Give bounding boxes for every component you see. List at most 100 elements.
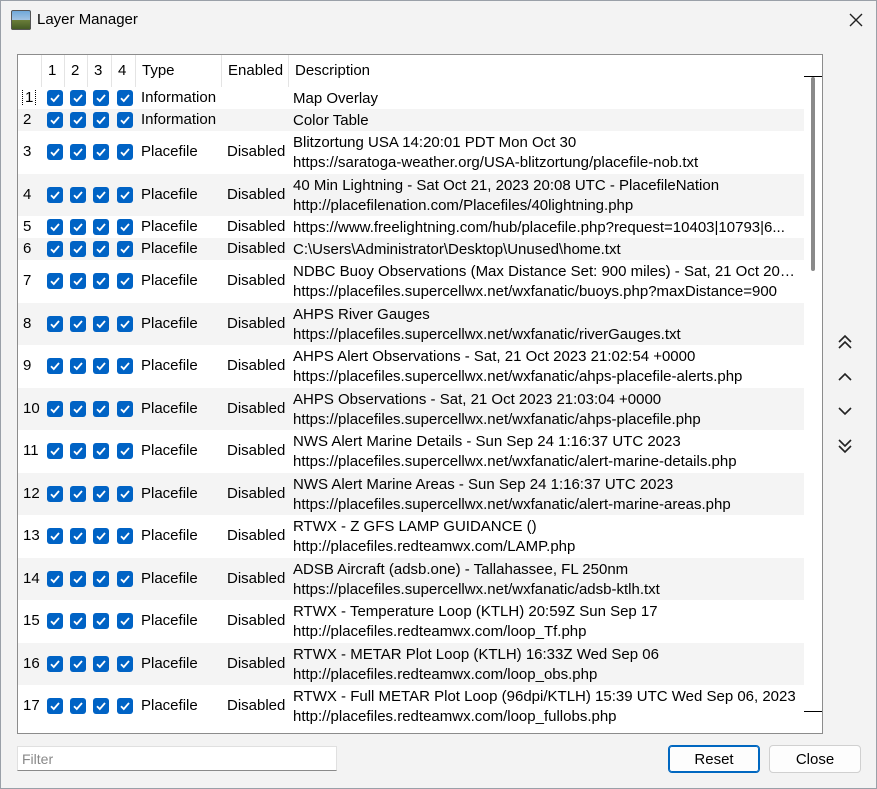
layer-checkbox-4[interactable]	[117, 485, 133, 502]
layer-checkbox-1[interactable]	[47, 186, 63, 203]
layer-checkbox-3[interactable]	[93, 273, 109, 290]
header-col-3[interactable]: 3	[88, 55, 112, 87]
layer-checkbox-1[interactable]	[47, 570, 63, 587]
layer-checkbox-3[interactable]	[93, 400, 109, 417]
layer-checkbox-2[interactable]	[70, 241, 86, 257]
move-up-button[interactable]	[833, 365, 857, 389]
layer-checkbox-2[interactable]	[70, 144, 86, 161]
layer-checkbox-1[interactable]	[47, 655, 63, 672]
layer-checkbox-1[interactable]	[47, 241, 63, 257]
table-row[interactable]: 1 Information Map Overlay	[18, 87, 804, 109]
layer-checkbox-4[interactable]	[117, 144, 133, 161]
layer-checkbox-4[interactable]	[117, 90, 133, 106]
layer-checkbox-4[interactable]	[117, 698, 133, 715]
layer-checkbox-2[interactable]	[70, 570, 86, 587]
layer-checkbox-3[interactable]	[93, 443, 109, 460]
table-row[interactable]: 3 Placefile Disabled Blitzortung USA 14:20:…	[18, 131, 804, 174]
layer-checkbox-3[interactable]	[93, 613, 109, 630]
layer-checkbox-1[interactable]	[47, 358, 63, 375]
layer-checkbox-4[interactable]	[117, 273, 133, 290]
layer-checkbox-4[interactable]	[117, 112, 133, 128]
scrollbar-thumb[interactable]	[811, 77, 815, 271]
table-row[interactable]: 2 Information Color Table	[18, 109, 804, 131]
table-row[interactable]: 14 Placefile Disabled ADSB Aircraft (adsb.o…	[18, 557, 804, 600]
table-row[interactable]: 17 Placefile Disabled RTWX - Full METAR Plo…	[18, 685, 804, 728]
table-row[interactable]: 13 Placefile Disabled RTWX - Z GFS LAMP GUI…	[18, 515, 804, 558]
layer-checkbox-4[interactable]	[117, 655, 133, 672]
layer-checkbox-3[interactable]	[93, 528, 109, 545]
close-icon[interactable]	[839, 5, 873, 35]
layer-checkbox-1[interactable]	[47, 528, 63, 545]
layer-checkbox-3[interactable]	[93, 241, 109, 257]
layer-checkbox-3[interactable]	[93, 219, 109, 235]
layer-checkbox-2[interactable]	[70, 485, 86, 502]
layer-checkbox-1[interactable]	[47, 112, 63, 128]
move-top-button[interactable]	[833, 330, 857, 354]
table-row[interactable]: 9 Placefile Disabled AHPS Alert Observation…	[18, 345, 804, 388]
layer-checkbox-4[interactable]	[117, 570, 133, 587]
header-description[interactable]: Description	[289, 55, 804, 87]
reset-button[interactable]: Reset	[668, 745, 760, 773]
header-col-2[interactable]: 2	[65, 55, 88, 87]
layer-checkbox-1[interactable]	[47, 144, 63, 161]
layer-checkbox-2[interactable]	[70, 698, 86, 715]
layer-checkbox-3[interactable]	[93, 570, 109, 587]
header-type[interactable]: Type	[136, 55, 222, 87]
layer-checkbox-4[interactable]	[117, 219, 133, 235]
layer-checkbox-4[interactable]	[117, 613, 133, 630]
layer-checkbox-4[interactable]	[117, 528, 133, 545]
filter-input[interactable]	[17, 746, 337, 771]
layer-checkbox-3[interactable]	[93, 144, 109, 161]
layer-checkbox-4[interactable]	[117, 315, 133, 332]
layer-checkbox-4[interactable]	[117, 400, 133, 417]
layer-checkbox-3[interactable]	[93, 315, 109, 332]
layer-checkbox-2[interactable]	[70, 358, 86, 375]
table-row[interactable]: 16 Placefile Disabled RTWX - METAR Plot Loo…	[18, 642, 804, 685]
table-row[interactable]: 4 Placefile Disabled 40 Min Lightning - Sat…	[18, 173, 804, 216]
move-down-button[interactable]	[833, 399, 857, 423]
layer-checkbox-1[interactable]	[47, 273, 63, 290]
close-button[interactable]: Close	[769, 745, 861, 773]
layer-checkbox-1[interactable]	[47, 613, 63, 630]
layer-checkbox-2[interactable]	[70, 112, 86, 128]
layer-checkbox-4[interactable]	[117, 358, 133, 375]
layer-checkbox-1[interactable]	[47, 315, 63, 332]
layer-checkbox-3[interactable]	[93, 186, 109, 203]
table-row[interactable]: 10 Placefile Disabled AHPS Observations - S…	[18, 387, 804, 430]
layer-checkbox-3[interactable]	[93, 358, 109, 375]
layer-checkbox-4[interactable]	[117, 241, 133, 257]
layer-checkbox-3[interactable]	[93, 655, 109, 672]
layer-checkbox-3[interactable]	[93, 112, 109, 128]
layer-checkbox-4[interactable]	[117, 443, 133, 460]
layer-checkbox-4[interactable]	[117, 186, 133, 203]
layer-checkbox-2[interactable]	[70, 273, 86, 290]
table-row[interactable]: 8 Placefile Disabled AHPS River Gauges https…	[18, 302, 804, 345]
header-col-4[interactable]: 4	[112, 55, 136, 87]
layer-checkbox-1[interactable]	[47, 443, 63, 460]
layer-checkbox-1[interactable]	[47, 485, 63, 502]
layer-checkbox-2[interactable]	[70, 528, 86, 545]
move-bottom-button[interactable]	[833, 434, 857, 458]
table-row[interactable]: 7 Placefile Disabled NDBC Buoy Observations…	[18, 260, 804, 303]
layer-checkbox-2[interactable]	[70, 655, 86, 672]
layer-checkbox-2[interactable]	[70, 90, 86, 106]
table-row[interactable]: 15 Placefile Disabled RTWX - Temperature Lo…	[18, 600, 804, 643]
layer-checkbox-2[interactable]	[70, 186, 86, 203]
table-row[interactable]: 11 Placefile Disabled NWS Alert Marine Deta…	[18, 430, 804, 473]
layer-checkbox-3[interactable]	[93, 90, 109, 106]
layer-checkbox-2[interactable]	[70, 613, 86, 630]
header-col-1[interactable]: 1	[42, 55, 65, 87]
layer-checkbox-2[interactable]	[70, 400, 86, 417]
table-row[interactable]: 5 Placefile Disabled https://www.freelightn…	[18, 216, 804, 238]
table-row[interactable]: 12 Placefile Disabled NWS Alert Marine Area…	[18, 472, 804, 515]
layer-checkbox-1[interactable]	[47, 400, 63, 417]
layer-checkbox-1[interactable]	[47, 698, 63, 715]
layer-checkbox-3[interactable]	[93, 698, 109, 715]
header-enabled[interactable]: Enabled	[222, 55, 289, 87]
layer-checkbox-2[interactable]	[70, 315, 86, 332]
layer-checkbox-1[interactable]	[47, 90, 63, 106]
table-row[interactable]: 6 Placefile Disabled C:\Users\Administrator…	[18, 238, 804, 260]
layer-checkbox-3[interactable]	[93, 485, 109, 502]
layer-checkbox-2[interactable]	[70, 443, 86, 460]
layer-checkbox-1[interactable]	[47, 219, 63, 235]
